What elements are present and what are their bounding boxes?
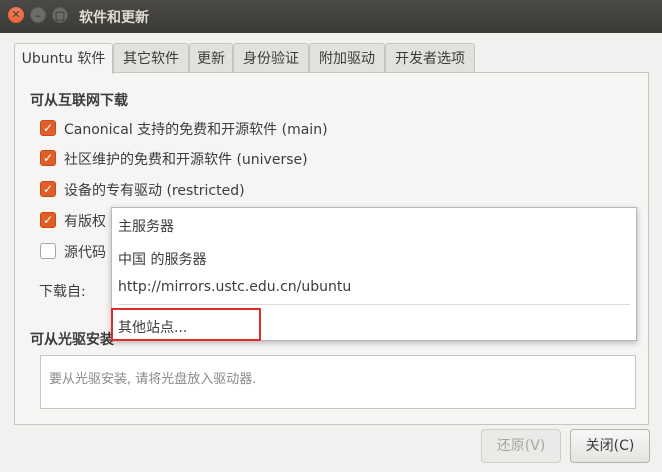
minimize-window-icon[interactable]: –	[30, 7, 46, 23]
restricted-checkbox-label[interactable]: 设备的专有驱动 (restricted)	[64, 180, 245, 200]
download-from-label: 下载自:	[39, 284, 86, 300]
title-bar: ✕ – □ 软件和更新	[0, 0, 662, 33]
internet-section-title: 可从互联网下载	[30, 93, 128, 109]
window-title: 软件和更新	[79, 10, 149, 26]
cdrom-placeholder: 要从光驱安装, 请将光盘放入驱动器.	[49, 372, 257, 387]
cdrom-source-list[interactable]: 要从光驱安装, 请将光盘放入驱动器.	[40, 355, 636, 409]
restricted-checkbox[interactable]: ✓	[40, 181, 56, 197]
main-checkbox-label[interactable]: Canonical 支持的免费和开源软件 (main)	[64, 119, 328, 139]
multiverse-checkbox[interactable]: ✓	[40, 212, 56, 228]
close-window-icon[interactable]: ✕	[8, 7, 24, 23]
source-code-checkbox-label[interactable]: 源代码	[64, 242, 106, 262]
tab-updates[interactable]: 更新	[189, 43, 233, 73]
tab-ubuntu-software[interactable]: Ubuntu 软件	[14, 43, 113, 74]
menu-separator	[118, 304, 630, 305]
highlight-box	[111, 308, 261, 341]
cdrom-section-title: 可从光驱安装	[30, 332, 114, 348]
tab-additional-drivers[interactable]: 附加驱动	[309, 43, 385, 73]
main-checkbox[interactable]: ✓	[40, 120, 56, 136]
tab-authentication[interactable]: 身份验证	[233, 43, 309, 73]
close-button[interactable]: 关闭(C)	[570, 429, 650, 463]
revert-button[interactable]: 还原(V)	[481, 429, 561, 463]
universe-checkbox-label[interactable]: 社区维护的免费和开源软件 (universe)	[64, 149, 308, 169]
menu-item-ustc-mirror[interactable]: http://mirrors.ustc.edu.cn/ubuntu	[118, 279, 351, 295]
menu-item-china-server[interactable]: 中国 的服务器	[118, 249, 206, 269]
tab-other-software[interactable]: 其它软件	[113, 43, 189, 73]
universe-checkbox[interactable]: ✓	[40, 150, 56, 166]
software-updates-window: ✕ – □ 软件和更新 Ubuntu 软件 其它软件 更新 身份验证 附加驱动 …	[0, 0, 662, 472]
maximize-window-icon[interactable]: □	[52, 7, 68, 23]
source-code-checkbox[interactable]	[40, 243, 56, 259]
tab-developer-options[interactable]: 开发者选项	[385, 43, 475, 73]
multiverse-checkbox-label[interactable]: 有版权	[64, 211, 106, 231]
menu-item-main-server[interactable]: 主服务器	[118, 216, 174, 236]
